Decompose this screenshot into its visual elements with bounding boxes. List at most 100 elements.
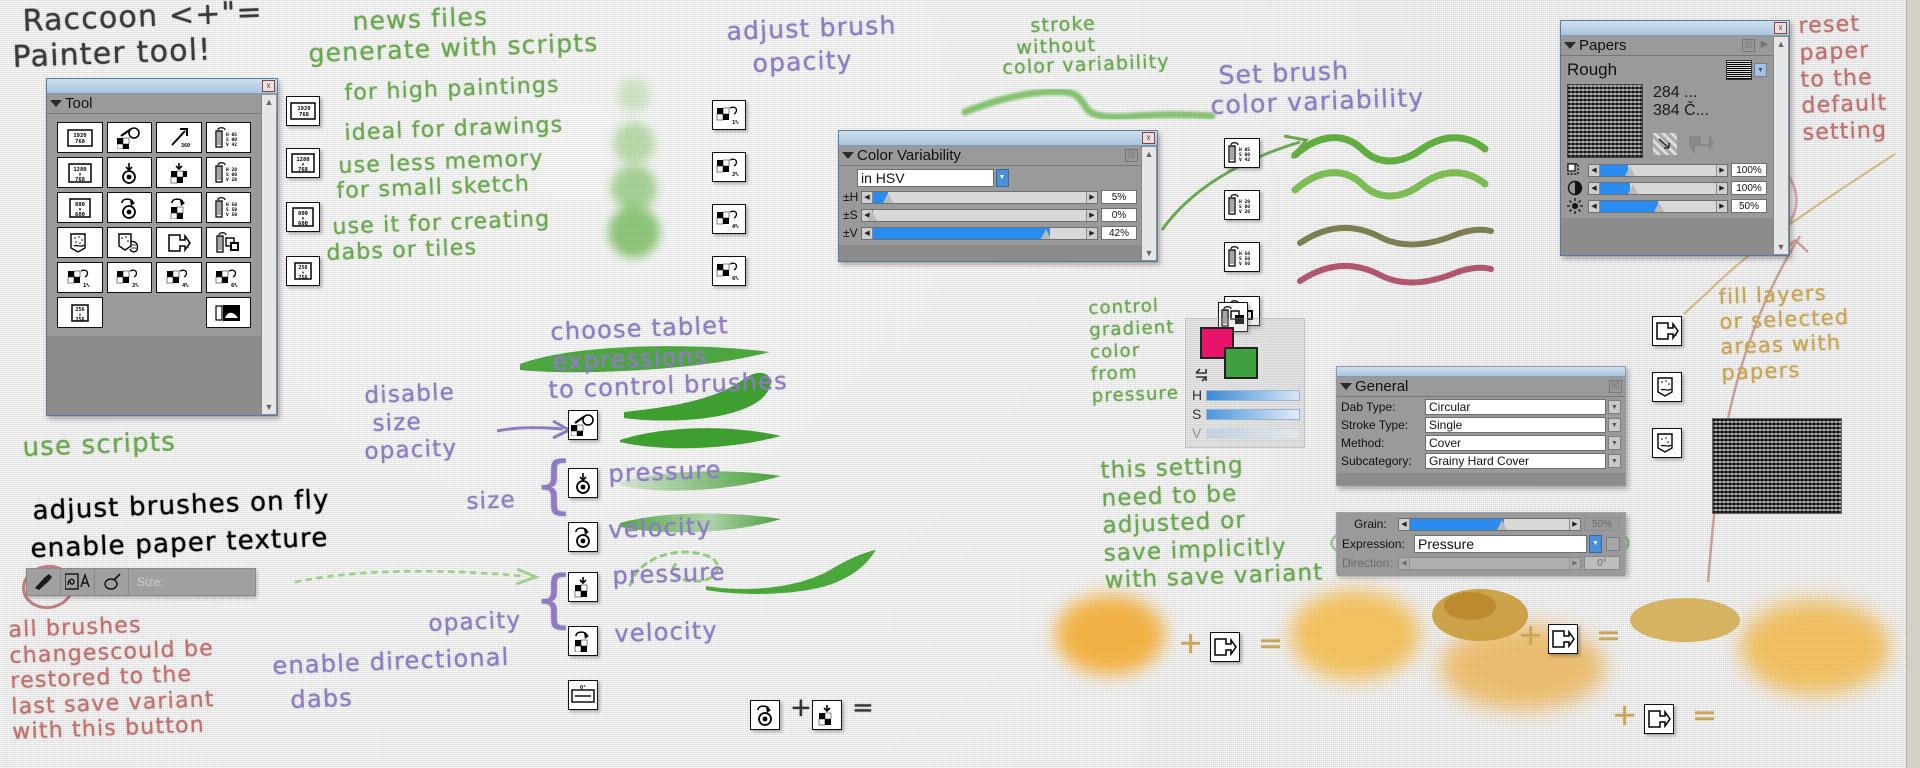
tool-button-grain-paper-icon[interactable] xyxy=(57,227,103,258)
tool-button-dab-checker-icon[interactable] xyxy=(156,157,202,188)
variability-slider-v[interactable]: ◀ ▶ xyxy=(861,226,1098,240)
chip-fill-paper-grain-1[interactable] xyxy=(1652,372,1682,402)
general-select-dab-type[interactable]: Circular xyxy=(1425,399,1606,415)
color-picker-cluster[interactable]: H S V xyxy=(1185,318,1305,448)
slider-left-arrow-icon[interactable]: ◀ xyxy=(862,191,873,203)
direction-row[interactable]: Direction: ◀ ▶ 0° xyxy=(1342,555,1620,571)
tool-button-grain-hand-icon[interactable] xyxy=(106,227,152,258)
tool-button-size-800x600[interactable]: 800 × 600 xyxy=(57,192,103,223)
tool-button-opacity-4pct[interactable]: 4% xyxy=(156,262,202,293)
brush-toolbar[interactable]: Size: xyxy=(26,568,256,596)
tool-button-brush-dab-icon[interactable] xyxy=(106,122,152,153)
collapse-triangle-icon[interactable] xyxy=(1564,42,1576,49)
chip-opacity-4pct[interactable]: 4% xyxy=(712,204,746,234)
slider-right-arrow-icon[interactable]: ▶ xyxy=(1086,209,1097,221)
scroll-up-icon[interactable]: ▲ xyxy=(1777,39,1786,49)
papers-chevron-down-icon[interactable]: ▼ xyxy=(1754,63,1767,77)
tool-button-layer-stack-icon[interactable] xyxy=(205,227,251,258)
chip-opacity-1pct[interactable]: 1% xyxy=(712,100,746,130)
slider-handle[interactable] xyxy=(1040,228,1051,239)
scroll-up-icon[interactable]: ▲ xyxy=(1145,149,1154,159)
tool-button-rotate-target-icon[interactable] xyxy=(106,192,152,223)
color-space-select[interactable]: in HSV xyxy=(857,168,994,187)
slider-handle[interactable] xyxy=(1653,201,1664,212)
tool-button-fill-arrow-icon[interactable] xyxy=(156,227,202,258)
slider-left-arrow-icon[interactable]: ◀ xyxy=(862,227,873,239)
general-select-subcategory[interactable]: Grainy Hard Cover xyxy=(1425,453,1606,469)
tool-panel-scrollbar[interactable]: ▲ ▼ xyxy=(261,95,276,414)
expression-chevron-down-icon[interactable]: ▼ xyxy=(1589,534,1602,553)
papers-menu-icon[interactable]: ☒ xyxy=(1742,39,1755,52)
chip-eq-velocity[interactable] xyxy=(750,700,780,730)
variability-value-v[interactable]: 42% xyxy=(1101,226,1137,240)
slider-right-arrow-icon[interactable]: ▶ xyxy=(1086,191,1097,203)
scroll-down-icon[interactable]: ▼ xyxy=(1777,242,1786,252)
chip-opacity-2pct[interactable]: 2% xyxy=(712,152,746,182)
slider-right-arrow-icon[interactable]: ▶ xyxy=(1569,557,1580,569)
papers-slider-contrast[interactable]: ◀ ▶ xyxy=(1588,181,1728,195)
papers-invert-icon[interactable] xyxy=(1653,133,1677,155)
papers-scrollbar[interactable]: ▲ ▼ xyxy=(1773,37,1788,254)
papers-row-scale[interactable]: ◀ ▶ 100% xyxy=(1567,162,1767,178)
brush-clone-button[interactable] xyxy=(95,569,129,595)
color-variability-panel[interactable]: ☓ Color Variability ☒ ▲ ▼ in HSV ▼ ±H ◀ … xyxy=(838,130,1158,262)
chip-size-1280x768[interactable]: 1280 × 768 xyxy=(286,148,320,178)
general-titlebar[interactable] xyxy=(1337,367,1625,377)
papers-titlebar[interactable]: ☓ xyxy=(1561,21,1789,36)
subcategory-chevron-down-icon[interactable]: ▼ xyxy=(1608,454,1621,468)
general-select-stroke-type[interactable]: Single xyxy=(1425,417,1606,433)
slider-left-arrow-icon[interactable]: ◀ xyxy=(1399,518,1410,530)
chip-size-velocity[interactable] xyxy=(568,522,598,552)
slider-handle[interactable] xyxy=(883,192,894,203)
slider-left-arrow-icon[interactable]: ◀ xyxy=(1399,557,1410,569)
general-row-stroke-type[interactable]: Stroke Type: Single ▼ xyxy=(1341,417,1621,433)
slider-right-arrow-icon[interactable]: ▶ xyxy=(1086,227,1097,239)
chip-fill-layer-arrow[interactable] xyxy=(1652,316,1682,346)
color-variability-scrollbar[interactable]: ▲ ▼ xyxy=(1141,147,1156,260)
papers-preview-swatch[interactable] xyxy=(1567,84,1643,158)
variability-row-h[interactable]: ±H ◀ ▶ 5% xyxy=(843,189,1137,205)
papers-expand-icon[interactable]: ▶ xyxy=(1758,39,1771,52)
brush-restore-button[interactable] xyxy=(27,569,61,595)
chip-hsv-05-00-42[interactable]: H 05 S 00 V 42 xyxy=(1224,138,1260,168)
chip-expression-disable[interactable] xyxy=(568,410,598,440)
tool-button-size-1920x768[interactable]: 1920 768 xyxy=(57,122,103,153)
papers-header[interactable]: Papers ☒ ▶ xyxy=(1561,36,1773,56)
stroke-type-chevron-down-icon[interactable]: ▼ xyxy=(1608,418,1621,432)
general-row-method[interactable]: Method: Cover ▼ xyxy=(1341,435,1621,451)
chip-fill-arrow-2[interactable] xyxy=(1548,624,1578,654)
collapse-triangle-icon[interactable] xyxy=(1340,383,1352,390)
slider-left-arrow-icon[interactable]: ◀ xyxy=(1589,164,1600,176)
background-color-swatch[interactable] xyxy=(1224,347,1258,379)
chip-hsv-50-50-50[interactable]: H 50 S 50 V 50 xyxy=(1224,242,1260,272)
tool-button-opacity-1pct[interactable]: 1% xyxy=(57,262,103,293)
tool-button-size-1280x768[interactable]: 1280 × 768 xyxy=(57,157,103,188)
color-space-chevron-down-icon[interactable]: ▼ xyxy=(995,168,1009,187)
direction-value[interactable]: 0° xyxy=(1584,556,1620,570)
tool-button-texture-preview-icon[interactable] xyxy=(205,297,251,328)
papers-row-brightness[interactable]: ◀ ▶ 50% xyxy=(1567,198,1767,214)
slider-handle[interactable] xyxy=(1624,165,1635,176)
chip-opacity-pressure[interactable] xyxy=(568,572,598,602)
slider-right-arrow-icon[interactable]: ▶ xyxy=(1716,200,1727,212)
grain-slider[interactable]: ◀ ▶ xyxy=(1398,517,1581,531)
direction-slider[interactable]: ◀ ▶ xyxy=(1398,556,1581,570)
tool-panel-header[interactable]: Tool ☒ xyxy=(47,94,277,114)
chip-size-1920x768[interactable]: 1920 768 xyxy=(286,96,320,126)
color-variability-titlebar[interactable]: ☓ xyxy=(839,131,1157,146)
collapse-triangle-icon[interactable] xyxy=(50,100,62,107)
chip-fill-arrow-3[interactable] xyxy=(1644,704,1674,734)
chip-directional-dab[interactable]: 0° xyxy=(568,680,598,710)
variability-slider-s[interactable]: ◀ ▶ xyxy=(861,208,1098,222)
papers-panel[interactable]: ☓ Papers ☒ ▶ ▲ ▼ Rough ▼ 284 ... 384 Č..… xyxy=(1560,20,1790,256)
general-menu-icon[interactable]: ☒ xyxy=(1609,380,1622,393)
scroll-down-icon[interactable]: ▼ xyxy=(1145,248,1154,258)
slider-handle[interactable] xyxy=(1627,183,1638,194)
tool-button-opacity-2pct[interactable]: 2% xyxy=(106,262,152,293)
tool-button-rotate-360-icon[interactable]: 360° xyxy=(156,122,202,153)
tool-panel-close-icon[interactable]: ☓ xyxy=(262,80,275,92)
papers-close-icon[interactable]: ☓ xyxy=(1774,22,1787,34)
variability-value-s[interactable]: 0% xyxy=(1101,208,1137,222)
slider-right-arrow-icon[interactable]: ▶ xyxy=(1716,164,1727,176)
tool-panel-titlebar[interactable]: ☓ xyxy=(47,79,277,94)
